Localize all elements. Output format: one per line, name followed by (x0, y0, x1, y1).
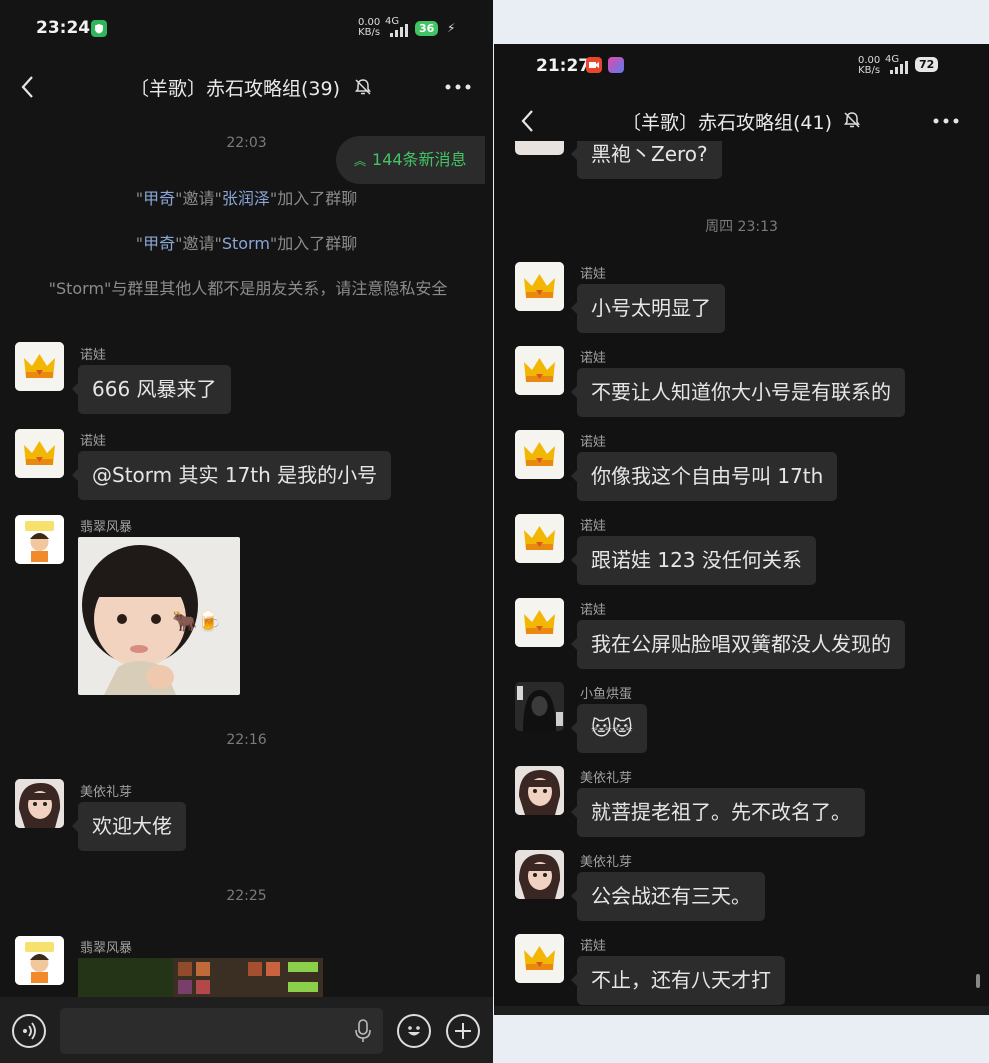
sender-name: 诺娃 (580, 519, 607, 534)
message-bubble[interactable]: @Storm 其实 17th 是我的小号 (71, 451, 392, 500)
sender-name: 诺娃 (580, 351, 607, 366)
avatar-photo[interactable] (515, 850, 564, 899)
battery-level: 72 (915, 57, 939, 72)
more-options-icon[interactable] (926, 106, 966, 136)
charging-icon: ⚡ (447, 21, 456, 35)
user-link[interactable]: 甲奇 (143, 189, 175, 208)
message-bubble[interactable]: 666 风暴来了 (72, 365, 231, 414)
avatar-photo[interactable] (515, 766, 564, 815)
message-bubble[interactable]: 🐱🐱 (571, 704, 647, 753)
sender-name: 诺娃 (80, 348, 107, 363)
system-message: "甲奇"邀请"Storm"加入了群聊 (135, 234, 358, 253)
timestamp: 22:16 (226, 732, 267, 748)
sender-name: 美依礼芽 (80, 785, 133, 800)
timestamp: 周四 23:13 (705, 219, 778, 235)
sender-name: 美依礼芽 (580, 855, 633, 870)
message-bubble[interactable]: 你像我这个自由号叫 17th (570, 452, 838, 501)
emoji-icon[interactable] (397, 1014, 431, 1048)
right-chat-screen: 21:27 0.00 KB/s 4G 72 〔羊歌〕赤石攻略组(41) 黑袍丶Z… (494, 44, 989, 1015)
mute-bell-icon (842, 110, 862, 134)
back-icon[interactable] (12, 70, 42, 104)
user-link[interactable]: Storm (222, 234, 270, 253)
sender-name: 诺娃 (580, 939, 607, 954)
message-bubble[interactable]: 欢迎大佬 (72, 802, 186, 851)
message-bubble[interactable]: 跟诺娃 123 没任何关系 (571, 536, 816, 585)
sender-name: 翡翠风暴 (80, 941, 133, 956)
avatar-cartoon[interactable] (15, 515, 64, 564)
double-chevron-up-icon: ︽ (354, 154, 367, 168)
network-speed: 0.00 KB/s (858, 55, 881, 76)
game-screenshot-image[interactable] (78, 958, 323, 998)
avatar-crown[interactable] (15, 429, 64, 478)
battery-level: 36 (415, 21, 439, 36)
message-bubble[interactable]: 就菩提老祖了。先不改名了。 (571, 788, 865, 837)
signal-icon (888, 59, 910, 78)
chat-title: 〔羊歌〕赤石攻略组(41) (622, 112, 833, 134)
mute-bell-icon (353, 77, 373, 101)
user-link[interactable]: 甲奇 (143, 234, 175, 253)
recording-app-icon (586, 57, 602, 73)
avatar-crown[interactable] (515, 430, 564, 479)
avatar-crown[interactable] (15, 342, 64, 391)
voice-mode-icon[interactable] (12, 1014, 46, 1048)
message-bubble[interactable]: 小号太明显了 (571, 284, 725, 333)
timestamp: 22:25 (226, 888, 267, 904)
privacy-warning: "Storm"与群里其他人都不是朋友关系，请注意隐私安全 (48, 279, 448, 298)
sticker-image[interactable]: 🐂🍺 (78, 537, 240, 695)
avatar-crown[interactable] (515, 262, 564, 311)
partial-message-row: 黑袍丶Zero? (494, 141, 989, 186)
app-notification-icon (608, 57, 624, 73)
sender-name: 诺娃 (80, 434, 107, 449)
add-icon[interactable] (446, 1014, 480, 1048)
left-chat-screen: 23:24 0.00 KB/s 4G 36 ⚡ 〔羊歌〕赤石攻略组(39) ︽ 1… (0, 0, 493, 1063)
user-link[interactable]: 张润泽 (222, 189, 270, 208)
avatar-hooded-figure[interactable] (515, 682, 564, 731)
more-options-icon[interactable] (438, 72, 478, 102)
status-time: 21:27 (536, 56, 591, 76)
avatar-crown[interactable] (515, 514, 564, 563)
avatar-cartoon[interactable] (15, 936, 64, 985)
message-bubble[interactable]: 不止，还有八天才打 (571, 956, 785, 1005)
chat-title: 〔羊歌〕赤石攻略组(39) (130, 78, 341, 100)
avatar-crown[interactable] (515, 346, 564, 395)
message-bubble[interactable]: 黑袍丶Zero? (571, 141, 722, 179)
new-messages-label: 144条新消息 (372, 150, 467, 169)
sender-name: 诺娃 (580, 435, 607, 450)
timestamp: 22:03 (226, 135, 267, 151)
avatar-photo[interactable] (515, 141, 564, 155)
back-icon[interactable] (512, 104, 542, 138)
signal-icon (388, 22, 410, 41)
message-bubble[interactable]: 公会战还有三天。 (571, 872, 765, 921)
status-time: 23:24 (36, 18, 91, 38)
sender-name: 小鱼烘蛋 (580, 687, 633, 702)
sender-name: 美依礼芽 (580, 771, 633, 786)
bottom-edge (494, 1006, 989, 1015)
avatar-crown[interactable] (515, 934, 564, 983)
message-bubble[interactable]: 我在公屏贴脸唱双簧都没人发现的 (571, 620, 905, 669)
sender-name: 诺娃 (580, 267, 607, 282)
system-message: "甲奇"邀请"张润泽"加入了群聊 (135, 189, 358, 208)
avatar-photo[interactable] (15, 779, 64, 828)
sticker-emoji: 🐂🍺 (172, 609, 222, 633)
scrollbar[interactable] (976, 974, 980, 988)
message-bubble[interactable]: 不要让人知道你大小号是有联系的 (571, 368, 905, 417)
sender-name: 诺娃 (580, 603, 607, 618)
microphone-icon[interactable] (354, 1019, 372, 1047)
avatar-crown[interactable] (515, 598, 564, 647)
shield-app-icon (91, 20, 107, 37)
sender-name: 翡翠风暴 (80, 520, 133, 535)
message-input[interactable] (60, 1008, 383, 1054)
network-speed: 0.00 KB/s (358, 17, 381, 38)
